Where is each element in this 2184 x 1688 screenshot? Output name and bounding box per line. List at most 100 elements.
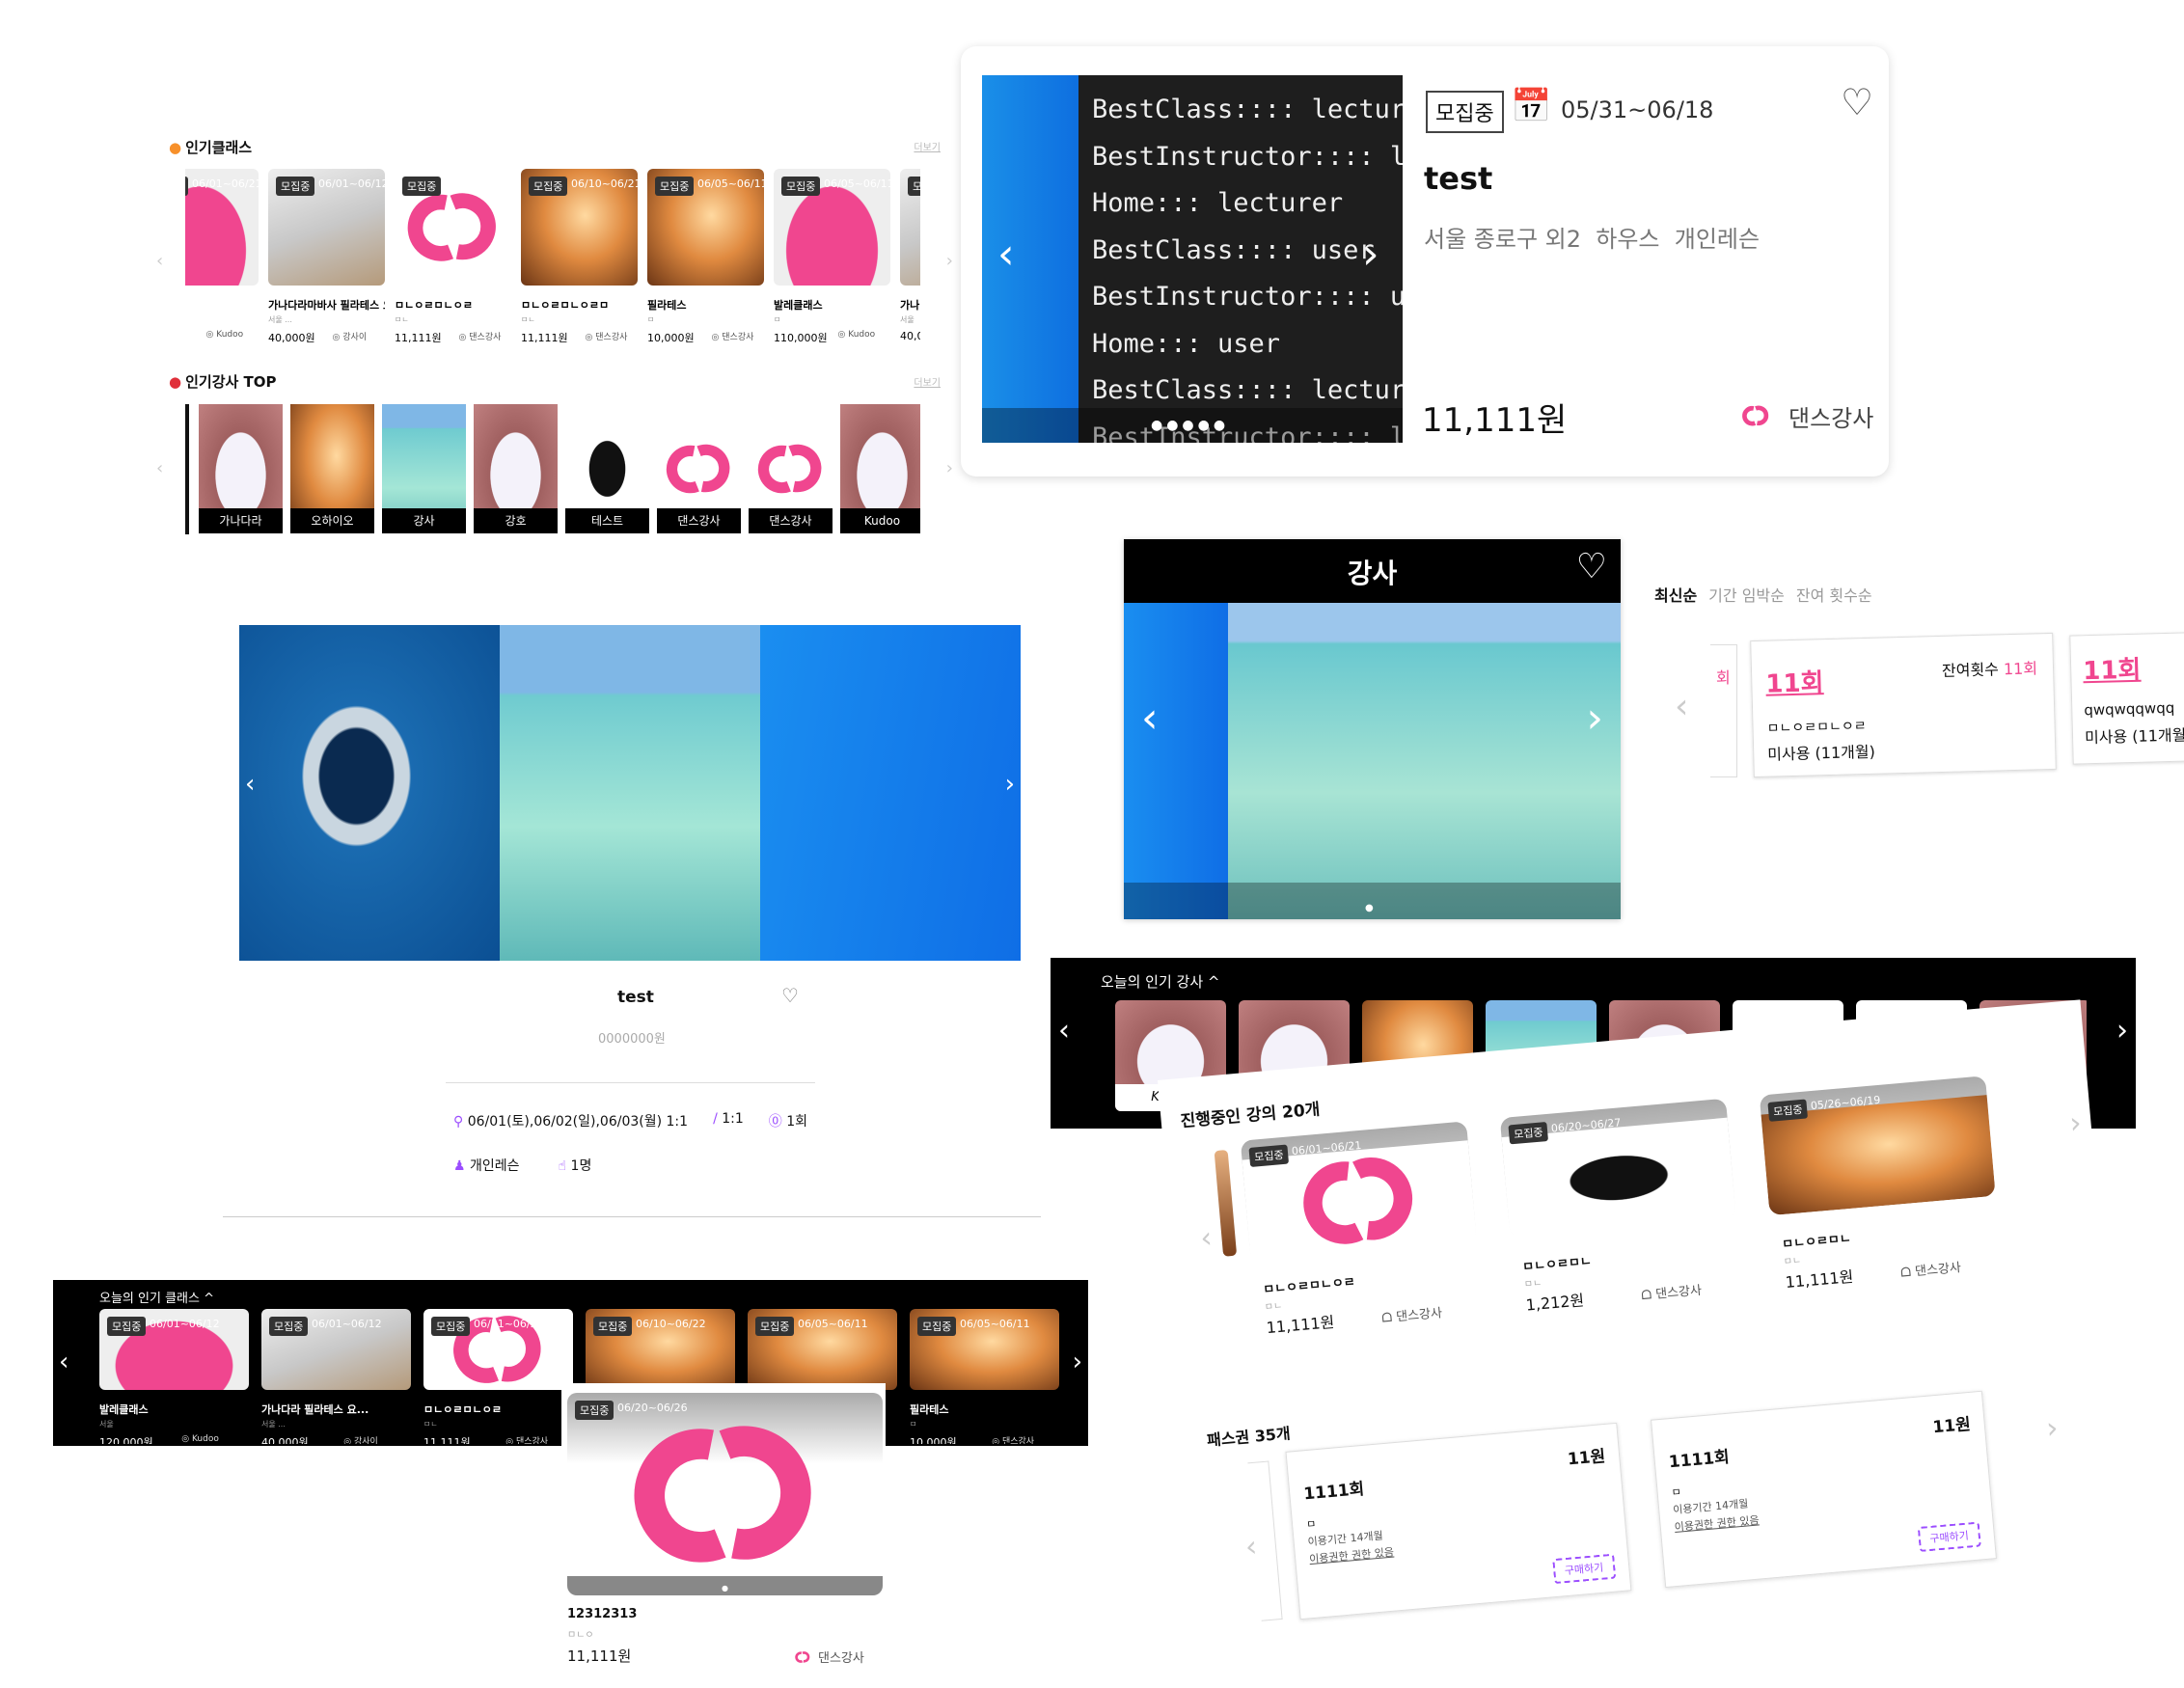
- banner-title[interactable]: 오늘의 인기 클래스 ^: [99, 1288, 214, 1306]
- class-thumbnail[interactable]: 모집중 06/10~06/21: [521, 169, 638, 286]
- class-title: 12312313: [567, 1607, 638, 1621]
- class-thumbnail[interactable]: 모집중 06/05~06/11: [647, 169, 764, 286]
- class-thumbnail[interactable]: 모집중 06/01~06/12: [268, 169, 385, 286]
- pass-card[interactable]: 1111회 11원 ㅁ 이용기간 14개월 이용권한 권한 있음 구매하기: [1285, 1422, 1632, 1620]
- class-price: 110,000원: [774, 332, 828, 344]
- my-pass-card[interactable]: 11회 qwqwqqwqq 미사용 (11개월): [2069, 630, 2184, 765]
- class-thumbnail[interactable]: 모집중: [900, 169, 920, 286]
- class-price: 11,111원: [395, 332, 442, 344]
- buy-button[interactable]: 구매하기: [1917, 1521, 1981, 1553]
- class-image-slider[interactable]: BestClass:::: lecturer BestInstructor::::…: [982, 75, 1403, 443]
- lecture-thumbnail[interactable]: 모집중 06/01~06/21: [1240, 1121, 1477, 1262]
- sea-image: [500, 625, 760, 961]
- next-arrow[interactable]: ›: [2116, 1014, 2128, 1048]
- class-thumbnail[interactable]: 모집중 06/01~06/12: [99, 1309, 249, 1390]
- class-location: ㅁㄴ: [521, 315, 535, 324]
- prev-arrow[interactable]: ‹: [1058, 1014, 1070, 1048]
- instructor-name: 댄스강사: [749, 508, 833, 533]
- teacher-name: ◎ 강사이: [332, 333, 368, 342]
- buy-button[interactable]: 구매하기: [1551, 1553, 1617, 1585]
- brand-logo-icon: [793, 1649, 812, 1663]
- class-thumbnail[interactable]: 모집중 06/11~06/20: [395, 169, 511, 286]
- more-link[interactable]: 더보기: [914, 374, 941, 389]
- prev-arrow[interactable]: ‹: [59, 1348, 68, 1376]
- instructor-thumbnail[interactable]: 오하이오: [290, 404, 374, 533]
- carousel-dots[interactable]: ●●●●●: [1151, 418, 1229, 433]
- instructor-thumbnail[interactable]: 가나다라: [199, 404, 283, 533]
- next-arrow[interactable]: ›: [946, 458, 953, 478]
- instructor-thumbnail[interactable]: 테스트: [565, 404, 649, 533]
- instructor-card[interactable]: 강사 ♡ ‹ › ●: [1124, 539, 1621, 919]
- instructor-card-title: 강사: [1347, 558, 1398, 589]
- more-link[interactable]: 더보기: [914, 139, 941, 153]
- windows-image: [760, 625, 1021, 961]
- teacher-name: ◎ Kudoo: [205, 330, 244, 340]
- class-thumbnail[interactable]: 모집중 06/05~06/11: [748, 1309, 897, 1390]
- detail-price: 0000000원: [598, 1032, 666, 1047]
- sort-tab-remaining[interactable]: 잔여 횟수순: [1796, 583, 1872, 606]
- instructor-thumbnail[interactable]: 강호: [474, 404, 558, 533]
- banner-title[interactable]: 오늘의 인기 강사 ^: [1101, 971, 1219, 992]
- next-arrow[interactable]: ›: [1586, 694, 1603, 743]
- prev-arrow[interactable]: ‹: [1675, 687, 1688, 726]
- prev-arrow[interactable]: ‹: [997, 230, 1015, 279]
- class-thumbnail[interactable]: 모집중 06/05~06/11: [910, 1309, 1059, 1390]
- status-badge: 모집중: [529, 177, 568, 196]
- prev-arrow[interactable]: ‹: [1141, 694, 1159, 743]
- carousel-dot[interactable]: ●: [1365, 903, 1374, 913]
- class-card-overlay[interactable]: ● 모집중 06/20~06/26 12312313 ㅁㄴㅇ 11,111원 댄…: [561, 1383, 886, 1673]
- carousel-dot[interactable]: ●: [722, 1584, 728, 1593]
- prev-arrow[interactable]: ‹: [156, 458, 163, 478]
- next-arrow[interactable]: ›: [946, 251, 953, 271]
- lecture-thumbnail[interactable]: 모집중 06/20~06/27: [1499, 1098, 1736, 1239]
- instructor-name: 댄스강사: [657, 508, 741, 533]
- pass-card-partial[interactable]: 회: [1710, 644, 1737, 777]
- lecture-thumbnail[interactable]: 모집중 05/26~06/19: [1759, 1075, 1996, 1216]
- sort-tab-expiring[interactable]: 기간 임박순: [1708, 583, 1785, 606]
- instructor-thumbnail[interactable]: 댄스강사: [749, 404, 833, 533]
- class-price: 40,0: [900, 330, 920, 342]
- pass-card[interactable]: 1111회 11원 ㅁ 이용기간 14개월 이용권한 권한 있음 구매하기: [1651, 1390, 1997, 1589]
- lecture-title: ㅁㄴㅇㄹㅁㄴㅇㄹ: [1262, 1274, 1356, 1298]
- teacher-name: 댄스강사: [818, 1651, 864, 1666]
- next-arrow[interactable]: ›: [1073, 1348, 1082, 1376]
- detail-image-slider[interactable]: ‹ ›: [239, 625, 1021, 961]
- status-badge: 모집중: [593, 1317, 633, 1336]
- next-arrow[interactable]: ›: [2068, 1106, 2083, 1141]
- class-title: 필라테스: [647, 299, 687, 312]
- sort-tab-latest[interactable]: 최신순: [1654, 583, 1697, 606]
- prev-arrow[interactable]: ‹: [1199, 1221, 1214, 1256]
- pass-count: 1111회: [1668, 1447, 1731, 1473]
- lecture-location: ㅁㄴ: [1523, 1278, 1542, 1291]
- instructor-name: Kudoo: [840, 508, 920, 533]
- pass-name: ㅁㄴㅇㄹㅁㄴㅇㄹ: [1766, 719, 1867, 737]
- status-badge: 모집중: [1426, 91, 1504, 133]
- prev-arrow[interactable]: ‹: [156, 251, 163, 271]
- class-thumbnail[interactable]: 모집중 06/01~06/12: [261, 1309, 411, 1390]
- divider: [446, 1082, 815, 1083]
- class-card[interactable]: BestClass:::: lecturer BestInstructor::::…: [961, 46, 1889, 476]
- class-price: 11,111원: [1422, 401, 1568, 440]
- sort-tabs: 최신순 기간 임박순 잔여 횟수순: [1654, 583, 1872, 606]
- prev-arrow[interactable]: ‹: [245, 770, 255, 799]
- heart-icon[interactable]: ♡: [1576, 547, 1607, 586]
- next-arrow[interactable]: ›: [1362, 230, 1379, 279]
- class-thumbnail[interactable]: 모집중 06/11~06/20: [423, 1309, 573, 1390]
- class-price: 11,111원: [521, 332, 568, 344]
- class-title: 가나: [900, 299, 920, 312]
- next-arrow[interactable]: ›: [1005, 770, 1015, 799]
- my-pass-card[interactable]: 11회 잔여횟수 11회 ㅁㄴㅇㄹㅁㄴㅇㄹ 미사용 (11개월): [1750, 632, 2057, 778]
- heart-icon[interactable]: ♡: [1841, 81, 1873, 123]
- instructor-thumbnail[interactable]: 강사: [382, 404, 466, 533]
- type-info: / 1:1: [713, 1111, 744, 1127]
- class-thumbnail[interactable]: 모집중 06/05~06/11: [774, 169, 890, 286]
- instructor-thumbnail[interactable]: Kudoo: [840, 404, 920, 533]
- brand-logo-icon: [1738, 403, 1773, 428]
- instructor-thumbnail[interactable]: 댄스강사: [657, 404, 741, 533]
- instructor-name: 강사: [382, 508, 466, 533]
- heart-icon[interactable]: ♡: [781, 984, 799, 1007]
- pass-count: 1111회: [1302, 1479, 1366, 1505]
- class-thumbnail[interactable]: 모집중06/01~06/21: [185, 169, 259, 286]
- class-thumbnail[interactable]: 모집중 06/10~06/22: [586, 1309, 735, 1390]
- pass-price: 11원: [1567, 1447, 1607, 1470]
